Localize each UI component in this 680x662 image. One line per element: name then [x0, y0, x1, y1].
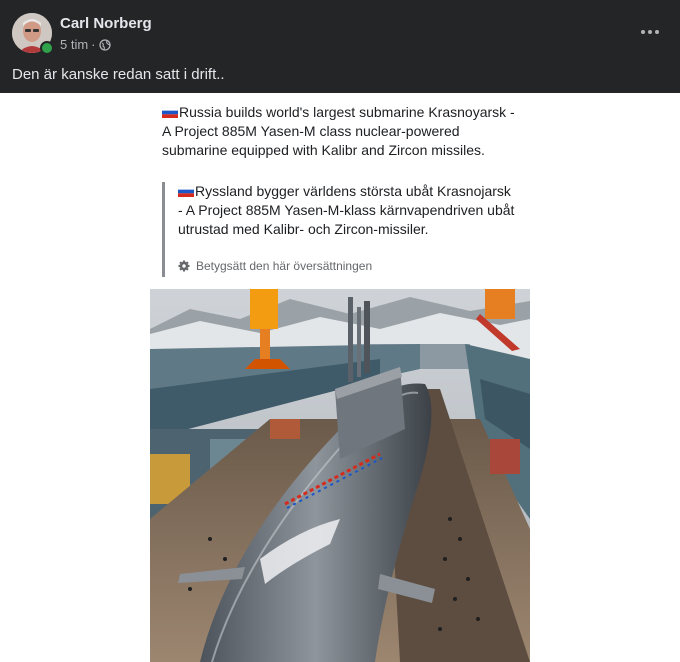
translated-text: Ryssland bygger världens största ubåt Kr…	[178, 182, 518, 239]
post-meta: 5 tim ·	[60, 37, 111, 52]
post-header: Carl Norberg 5 tim · Den är kanske redan…	[0, 0, 680, 93]
online-status-dot	[40, 41, 54, 55]
shared-text-english: Russia builds world's largest submarine …	[162, 103, 522, 160]
meta-separator: ·	[91, 37, 96, 52]
russian-flag-icon	[162, 107, 178, 118]
post-time[interactable]: 5 tim	[60, 37, 88, 52]
russian-flag-icon	[178, 186, 194, 197]
rate-translation-button[interactable]: Betygsätt den här översättningen	[178, 259, 372, 273]
gear-icon	[178, 260, 190, 272]
post-text: Den är kanske redan satt i drift..	[12, 66, 225, 83]
submarine-photo[interactable]	[150, 289, 530, 662]
swedish-text: Ryssland bygger världens största ubåt Kr…	[178, 183, 515, 237]
rate-translation-label: Betygsätt den här översättningen	[196, 259, 373, 273]
globe-icon	[98, 38, 111, 51]
english-text: Russia builds world's largest submarine …	[162, 104, 515, 158]
more-options-icon[interactable]	[636, 20, 664, 44]
translation-block: Ryssland bygger världens största ubåt Kr…	[162, 182, 525, 277]
shared-image-content: Russia builds world's largest submarine …	[0, 93, 680, 662]
author-name[interactable]: Carl Norberg	[60, 15, 152, 32]
